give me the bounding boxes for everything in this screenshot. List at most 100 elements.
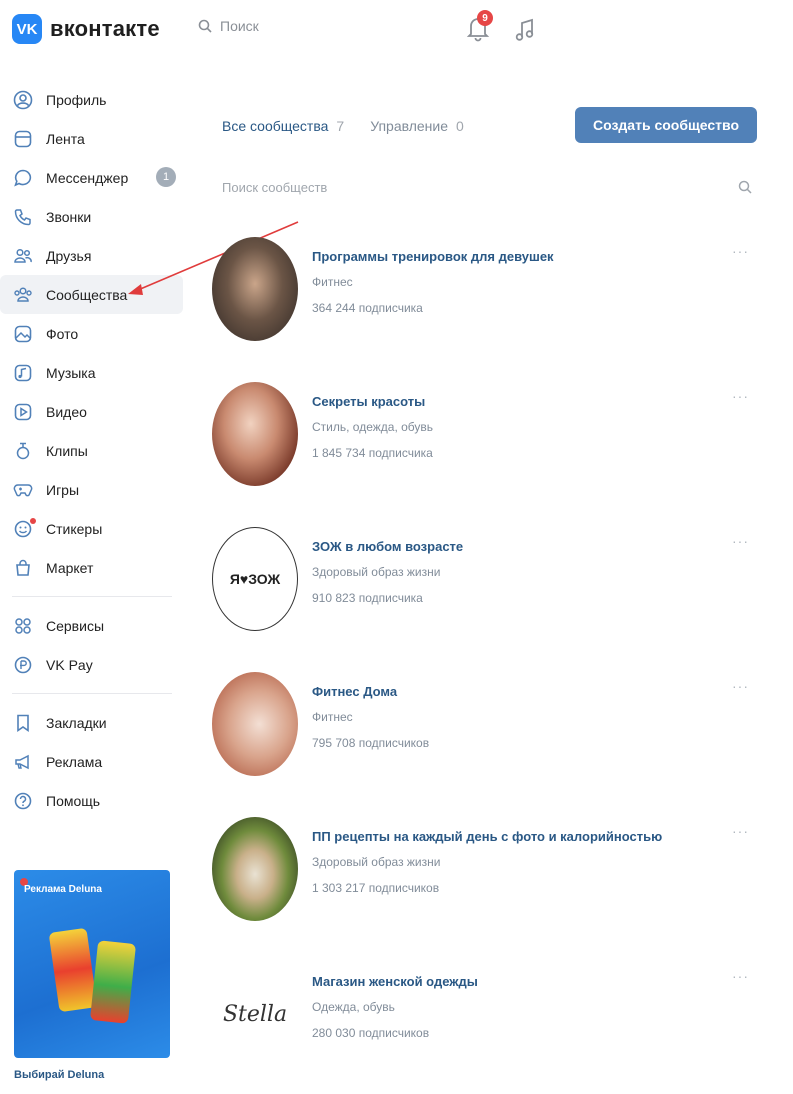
top-bar: VK вконтакте Поиск 9 — [0, 0, 793, 62]
community-avatar[interactable] — [212, 382, 298, 486]
more-options-icon[interactable]: ··· — [732, 968, 749, 984]
more-options-icon[interactable]: ··· — [732, 678, 749, 694]
sidebar-item-clips[interactable]: Клипы — [0, 431, 190, 470]
bookmark-icon — [12, 712, 34, 734]
ad-banner[interactable]: Реклама Deluna — [14, 870, 170, 1058]
community-search-input[interactable]: Поиск сообществ — [222, 172, 752, 202]
community-item[interactable]: Stella Магазин женской одежды Одежда, об… — [212, 962, 757, 1072]
create-community-button[interactable]: Создать сообщество — [575, 107, 757, 143]
community-avatar[interactable] — [212, 237, 298, 341]
music-note-icon — [515, 18, 534, 41]
community-item[interactable]: Фитнес Дома Фитнес 795 708 подписчиков ·… — [212, 672, 757, 782]
sidebar-item-label: Помощь — [46, 792, 101, 809]
tab-management[interactable]: Управление 0 — [370, 118, 464, 134]
photo-icon — [12, 323, 34, 345]
sidebar-item-label: Игры — [46, 481, 80, 498]
sidebar-item-label: Звонки — [46, 208, 92, 225]
more-options-icon[interactable]: ··· — [732, 533, 749, 549]
community-subscribers: 1 845 734 подписчика — [312, 446, 433, 460]
tab-label: Управление — [370, 118, 449, 134]
music-player-button[interactable] — [514, 18, 536, 47]
sidebar-item-bookmarks[interactable]: Закладки — [0, 703, 190, 742]
market-icon — [12, 557, 34, 579]
clips-icon — [12, 440, 34, 462]
messenger-icon — [12, 167, 34, 189]
community-search-placeholder: Поиск сообществ — [222, 179, 328, 195]
vk-logo[interactable]: VK вконтакте — [12, 14, 160, 44]
messenger-badge: 1 — [156, 167, 176, 187]
community-name[interactable]: ЗОЖ в любом возрасте — [312, 539, 463, 554]
feed-icon — [12, 128, 34, 150]
sidebar-item-help[interactable]: Помощь — [0, 781, 190, 820]
community-avatar[interactable] — [212, 817, 298, 921]
community-name[interactable]: Программы тренировок для девушек — [312, 249, 554, 264]
sidebar-item-market[interactable]: Маркет — [0, 548, 190, 587]
sidebar-item-photos[interactable]: Фото — [0, 314, 190, 353]
sidebar-item-messenger[interactable]: Мессенджер 1 — [0, 158, 190, 197]
notifications-button[interactable]: 9 — [466, 10, 493, 44]
community-name[interactable]: ПП рецепты на каждый день с фото и калор… — [312, 829, 662, 844]
profile-icon — [12, 89, 34, 111]
music-icon — [12, 362, 34, 384]
community-item[interactable]: Программы тренировок для девушек Фитнес … — [212, 237, 757, 347]
sidebar-item-friends[interactable]: Друзья — [0, 236, 190, 275]
ad-caption[interactable]: Выбирай Deluna — [14, 1069, 104, 1081]
sidebar-item-music[interactable]: Музыка — [0, 353, 190, 392]
sidebar-item-calls[interactable]: Звонки — [0, 197, 190, 236]
community-item[interactable]: Секреты красоты Стиль, одежда, обувь 1 8… — [212, 382, 757, 492]
more-options-icon[interactable]: ··· — [732, 823, 749, 839]
community-name[interactable]: Магазин женской одежды — [312, 974, 478, 989]
community-avatar[interactable]: Я♥ЗОЖ — [212, 527, 298, 631]
sidebar-item-feed[interactable]: Лента — [0, 119, 190, 158]
sidebar-item-video[interactable]: Видео — [0, 392, 190, 431]
sidebar-item-label: Профиль — [46, 91, 107, 108]
help-icon — [12, 790, 34, 812]
sidebar-item-games[interactable]: Игры — [0, 470, 190, 509]
search-icon — [198, 19, 212, 33]
ad-product-pack — [89, 940, 137, 1024]
community-subscribers: 364 244 подписчика — [312, 301, 423, 315]
community-item[interactable]: Я♥ЗОЖ ЗОЖ в любом возрасте Здоровый обра… — [212, 527, 757, 637]
community-category: Одежда, обувь — [312, 1000, 395, 1014]
left-sidebar: Профиль Лента Мессенджер 1 Звонки Друзья… — [0, 80, 190, 820]
sidebar-item-label: Музыка — [46, 364, 96, 381]
communities-tabs: Все сообщества 7 Управление 0 — [222, 118, 490, 134]
sidebar-item-label: Закладки — [46, 714, 107, 731]
sidebar-item-label: Сообщества — [46, 286, 128, 303]
community-name[interactable]: Фитнес Дома — [312, 684, 397, 699]
more-options-icon[interactable]: ··· — [732, 243, 749, 259]
community-name[interactable]: Секреты красоты — [312, 394, 425, 409]
community-category: Здоровый образ жизни — [312, 565, 441, 579]
tab-all-communities[interactable]: Все сообщества 7 — [222, 118, 344, 134]
sidebar-item-stickers[interactable]: Стикеры — [0, 509, 190, 548]
communities-icon — [12, 284, 34, 306]
ad-product-pack — [48, 927, 98, 1013]
tab-label: Все сообщества — [222, 118, 329, 134]
sidebar-item-profile[interactable]: Профиль — [0, 80, 190, 119]
sidebar-item-label: Мессенджер — [46, 169, 129, 186]
sidebar-item-communities[interactable]: Сообщества — [0, 275, 183, 314]
global-search[interactable]: Поиск — [198, 18, 259, 34]
friends-icon — [12, 245, 34, 267]
tab-count: 0 — [456, 118, 464, 134]
sidebar-item-vkpay[interactable]: VK Pay — [0, 645, 190, 684]
stickers-new-dot — [30, 518, 36, 524]
vk-logo-icon: VK — [12, 14, 42, 44]
phone-icon — [12, 206, 34, 228]
more-options-icon[interactable]: ··· — [732, 388, 749, 404]
vkpay-icon — [12, 654, 34, 676]
search-icon — [738, 180, 752, 194]
community-item[interactable]: ПП рецепты на каждый день с фото и калор… — [212, 817, 757, 927]
logo-text: вконтакте — [50, 16, 160, 41]
services-icon — [12, 615, 34, 637]
sidebar-item-ads[interactable]: Реклама — [0, 742, 190, 781]
community-avatar[interactable]: Stella — [212, 962, 298, 1066]
community-category: Стиль, одежда, обувь — [312, 420, 434, 434]
sidebar-item-label: VK Pay — [46, 656, 93, 673]
sidebar-item-label: Реклама — [46, 753, 103, 770]
community-subscribers: 910 823 подписчика — [312, 591, 423, 605]
sidebar-divider — [12, 596, 172, 597]
community-avatar[interactable] — [212, 672, 298, 776]
sidebar-item-services[interactable]: Сервисы — [0, 606, 190, 645]
community-avatar-logo: Stella — [222, 1001, 288, 1027]
